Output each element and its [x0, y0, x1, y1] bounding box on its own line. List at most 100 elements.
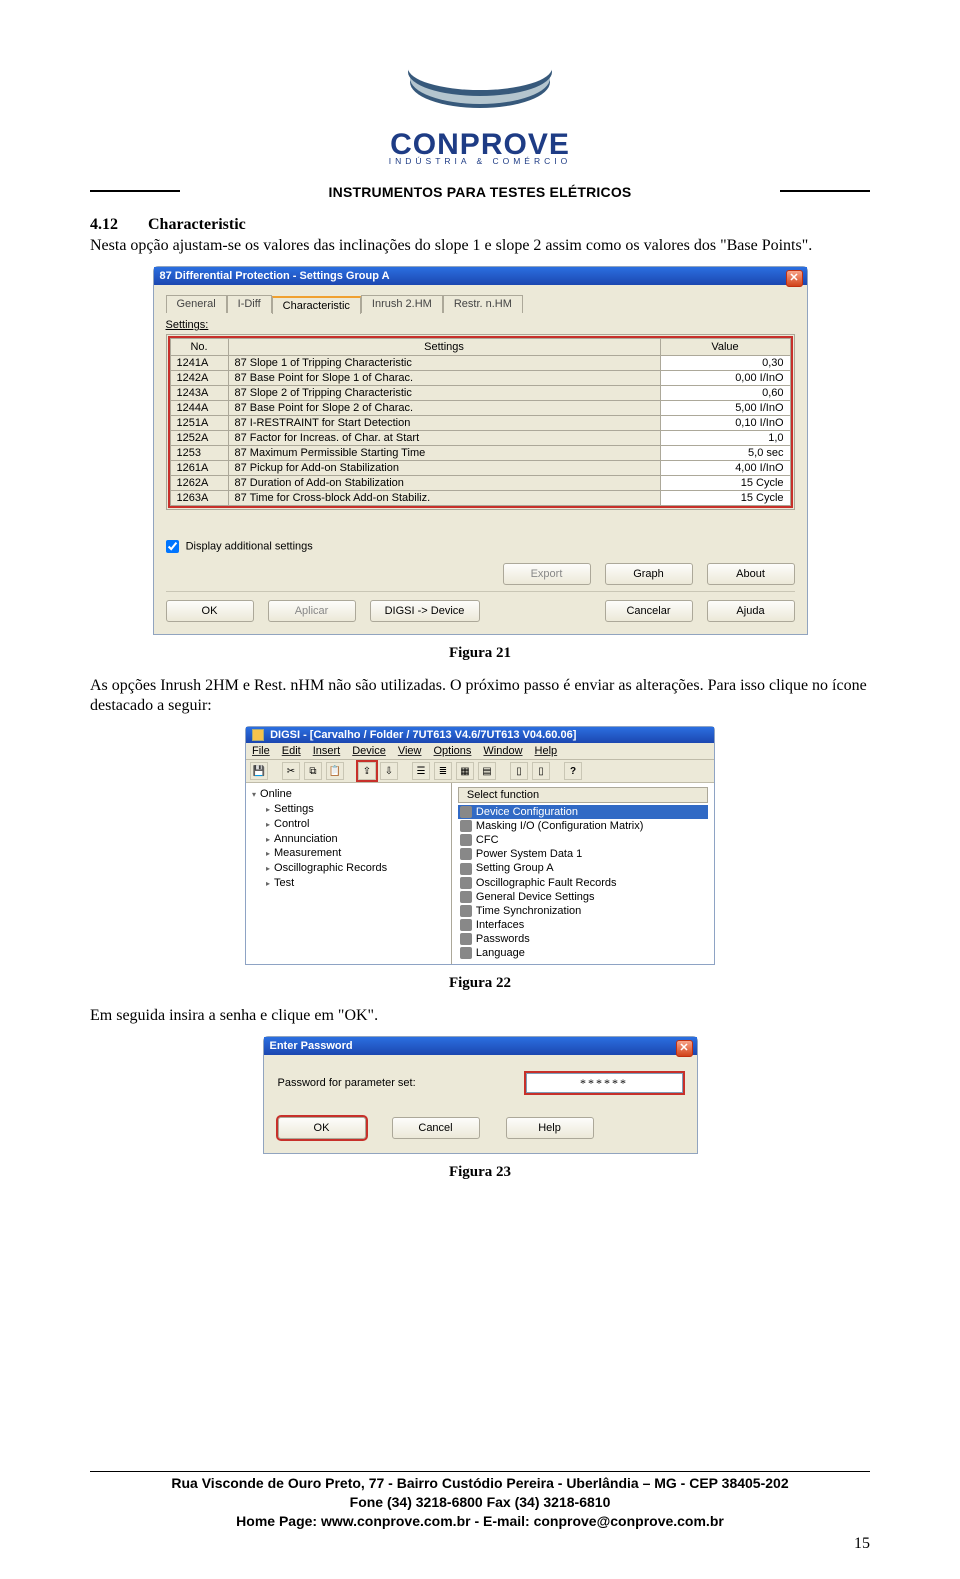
cell-setting: 87 Maximum Permissible Starting Time	[228, 446, 660, 461]
matrix-icon[interactable]: ▦	[456, 762, 474, 780]
close-icon[interactable]: ✕	[786, 270, 803, 287]
display-additional-checkbox[interactable]	[166, 540, 179, 553]
list-item[interactable]: Passwords	[458, 932, 708, 946]
cell-value[interactable]: 1,0	[660, 431, 790, 446]
list-item[interactable]: Setting Group A	[458, 861, 708, 875]
tree-item[interactable]: Measurement	[266, 846, 445, 861]
cell-value[interactable]: 0,00 I/InO	[660, 371, 790, 386]
list-item[interactable]: Power System Data 1	[458, 847, 708, 861]
cell-value[interactable]: 5,0 sec	[660, 446, 790, 461]
save-icon[interactable]: 💾	[250, 762, 268, 780]
close-icon[interactable]: ✕	[676, 1040, 693, 1057]
digsi-window: DIGSI - [Carvalho / Folder / 7UT613 V4.6…	[245, 726, 715, 965]
export-button[interactable]: Export	[503, 563, 591, 585]
list-item[interactable]: Masking I/O (Configuration Matrix)	[458, 819, 708, 833]
about-button[interactable]: About	[707, 563, 795, 585]
table-row[interactable]: 1243A87 Slope 2 of Tripping Characterist…	[170, 386, 790, 401]
tab-characteristic[interactable]: Characteristic	[272, 296, 361, 314]
digsi-title: DIGSI - [Carvalho / Folder / 7UT613 V4.6…	[270, 729, 576, 741]
section-number: 4.12	[90, 216, 118, 234]
page-banner: INSTRUMENTOS PARA TESTES ELÉTRICOS	[90, 184, 870, 200]
stop-icon[interactable]: ▯	[532, 762, 550, 780]
graph-button[interactable]: Graph	[605, 563, 693, 585]
cancelar-button[interactable]: Cancelar	[605, 600, 693, 622]
tree-item[interactable]: Test	[266, 876, 445, 891]
list-item[interactable]: Interfaces	[458, 918, 708, 932]
table-row[interactable]: 125387 Maximum Permissible Starting Time…	[170, 446, 790, 461]
cell-setting: 87 I-RESTRAINT for Start Detection	[228, 416, 660, 431]
company-name: CONPROVE	[90, 131, 870, 158]
cell-value[interactable]: 5,00 I/InO	[660, 401, 790, 416]
table-row[interactable]: 1262A87 Duration of Add-on Stabilization…	[170, 476, 790, 491]
aplicar-button[interactable]: Aplicar	[268, 600, 356, 622]
menu-file[interactable]: File	[252, 745, 270, 757]
cell-value[interactable]: 0,30	[660, 356, 790, 371]
table-row[interactable]: 1263A87 Time for Cross-block Add-on Stab…	[170, 491, 790, 506]
paste-icon[interactable]: 📋	[326, 762, 344, 780]
list-item[interactable]: CFC	[458, 833, 708, 847]
cell-value[interactable]: 0,60	[660, 386, 790, 401]
tab-idiff[interactable]: I-Diff	[227, 295, 272, 313]
table-row[interactable]: 1251A87 I-RESTRAINT for Start Detection0…	[170, 416, 790, 431]
item-icon	[460, 919, 472, 931]
password-cancel-button[interactable]: Cancel	[392, 1117, 480, 1139]
list-header: Select function	[458, 787, 708, 803]
cell-setting: 87 Factor for Increas. of Char. at Start	[228, 431, 660, 446]
table-row[interactable]: 1244A87 Base Point for Slope 2 of Charac…	[170, 401, 790, 416]
menu-options[interactable]: Options	[434, 745, 472, 757]
dialog-tabs: General I-Diff Characteristic Inrush 2.H…	[166, 295, 795, 313]
digsi-tree[interactable]: OnlineSettingsControlAnnunciationMeasure…	[246, 783, 452, 964]
list-icon[interactable]: ≣	[434, 762, 452, 780]
section-paragraph-1: Nesta opção ajustam-se os valores das in…	[90, 236, 870, 256]
list-item[interactable]: Language	[458, 946, 708, 960]
footer-line-2: Fone (34) 3218-6800 Fax (34) 3218-6810	[90, 1493, 870, 1512]
menu-insert[interactable]: Insert	[313, 745, 341, 757]
list-item[interactable]: Oscillographic Fault Records	[458, 876, 708, 890]
item-icon	[460, 863, 472, 875]
send-to-device-icon[interactable]: ⇪	[358, 762, 376, 780]
table-row[interactable]: 1242A87 Base Point for Slope 1 of Charac…	[170, 371, 790, 386]
tree-item[interactable]: Oscillographic Records	[266, 861, 445, 876]
password-ok-button[interactable]: OK	[278, 1117, 366, 1139]
list-item[interactable]: Device Configuration	[458, 805, 708, 819]
table-row[interactable]: 1252A87 Factor for Increas. of Char. at …	[170, 431, 790, 446]
download-icon[interactable]: ⇩	[380, 762, 398, 780]
tree-icon[interactable]: ☰	[412, 762, 430, 780]
menu-view[interactable]: View	[398, 745, 422, 757]
password-help-button[interactable]: Help	[506, 1117, 594, 1139]
tab-restr[interactable]: Restr. n.HM	[443, 295, 523, 313]
help-icon[interactable]: ?	[564, 762, 582, 780]
list-item[interactable]: Time Synchronization	[458, 904, 708, 918]
list-item[interactable]: General Device Settings	[458, 890, 708, 904]
cell-value[interactable]: 15 Cycle	[660, 476, 790, 491]
tab-inrush[interactable]: Inrush 2.HM	[361, 295, 443, 313]
copy-icon[interactable]: ⧉	[304, 762, 322, 780]
cell-setting: 87 Slope 2 of Tripping Characteristic	[228, 386, 660, 401]
menu-device[interactable]: Device	[352, 745, 386, 757]
cell-value[interactable]: 0,10 I/InO	[660, 416, 790, 431]
tree-item[interactable]: Annunciation	[266, 832, 445, 847]
settings-dialog: 87 Differential Protection - Settings Gr…	[153, 266, 808, 635]
cell-value[interactable]: 4,00 I/InO	[660, 461, 790, 476]
device-icon[interactable]: ▯	[510, 762, 528, 780]
tree-item[interactable]: Settings	[266, 802, 445, 817]
tab-general[interactable]: General	[166, 295, 227, 313]
col-value: Value	[660, 339, 790, 356]
tree-item[interactable]: Control	[266, 817, 445, 832]
menu-window[interactable]: Window	[483, 745, 522, 757]
digsi-device-button[interactable]: DIGSI -> Device	[370, 600, 480, 622]
table-row[interactable]: 1261A87 Pickup for Add-on Stabilization4…	[170, 461, 790, 476]
ajuda-button[interactable]: Ajuda	[707, 600, 795, 622]
digsi-list[interactable]: Select function Device ConfigurationMask…	[452, 783, 714, 964]
cell-value[interactable]: 15 Cycle	[660, 491, 790, 506]
password-input[interactable]	[526, 1073, 683, 1093]
tree-item[interactable]: Online	[252, 787, 445, 802]
graph-icon[interactable]: ▤	[478, 762, 496, 780]
menu-help[interactable]: Help	[535, 745, 558, 757]
cut-icon[interactable]: ✂	[282, 762, 300, 780]
ok-button[interactable]: OK	[166, 600, 254, 622]
menu-edit[interactable]: Edit	[282, 745, 301, 757]
table-row[interactable]: 1241A87 Slope 1 of Tripping Characterist…	[170, 356, 790, 371]
app-icon	[252, 729, 264, 741]
settings-grid[interactable]: No. Settings Value 1241A87 Slope 1 of Tr…	[168, 336, 793, 508]
